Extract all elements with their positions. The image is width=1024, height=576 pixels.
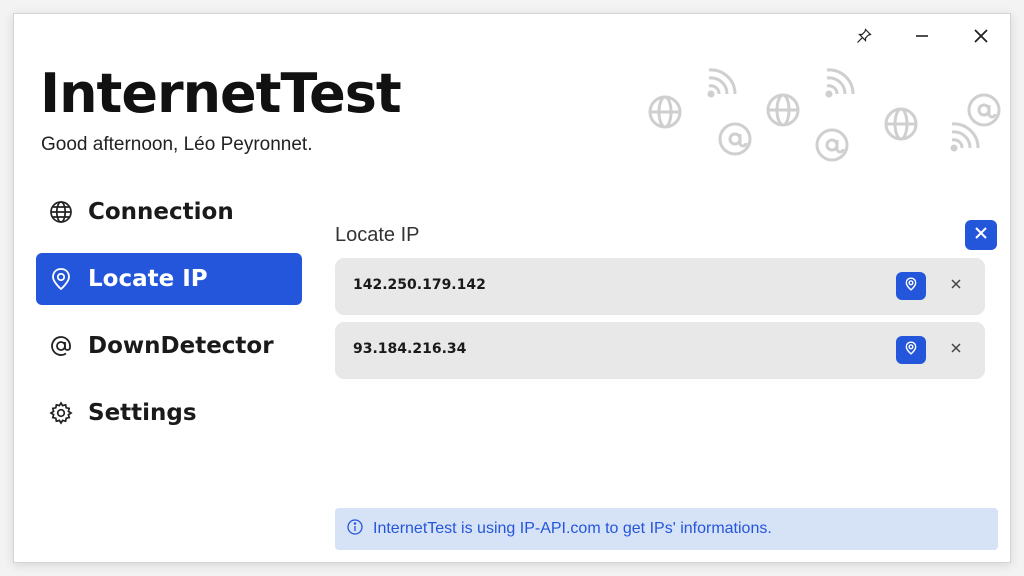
location-shield-icon [904,276,918,296]
globe-icon [648,95,682,129]
ip-row: 142.250.179.142 [335,258,985,315]
location-shield-icon [904,340,918,360]
sidebar-item-downdetector[interactable]: DownDetector [36,320,302,372]
ip-row: 93.184.216.34 [335,322,985,379]
sidebar-item-label: DownDetector [88,333,274,359]
gear-icon [48,400,74,426]
globe-icon [48,199,74,225]
pin-button[interactable] [844,22,884,50]
ip-list: 142.250.179.142 93.184.216.34 [335,258,985,386]
minimize-button[interactable] [902,22,942,50]
wifi-icon [825,68,855,98]
sidebar-item-locate-ip[interactable]: Locate IP [36,253,302,305]
greeting-text: Good afternoon, Léo Peyronnet. [41,134,313,155]
info-text: InternetTest is using IP-API.com to get … [373,520,772,537]
close-icon [973,28,989,44]
remove-ip-button[interactable] [942,272,970,300]
minimize-icon [914,28,930,44]
clear-all-button[interactable] [965,220,997,250]
ip-address: 93.184.216.34 [353,341,467,357]
ip-address: 142.250.179.142 [353,277,486,293]
sidebar-nav: Connection Locate IP DownDetector Settin… [36,186,302,454]
locate-ip-button[interactable] [896,336,926,364]
sidebar-item-settings[interactable]: Settings [36,387,302,439]
close-icon [950,277,962,295]
at-icon [718,122,752,156]
locate-ip-button[interactable] [896,272,926,300]
remove-ip-button[interactable] [942,336,970,364]
sidebar-item-connection[interactable]: Connection [36,186,302,238]
wifi-icon [950,122,980,152]
wifi-icon [707,68,737,98]
section-title: Locate IP [335,224,420,246]
close-window-button[interactable] [961,22,1001,50]
location-shield-icon [48,266,74,292]
globe-icon [884,107,918,141]
at-icon [48,333,74,359]
decorative-icons [648,68,1001,162]
at-icon [815,128,849,162]
sidebar-item-label: Locate IP [88,266,208,292]
app-window: InternetTest Good afternoon, Léo Peyronn… [13,13,1011,563]
close-icon [950,341,962,359]
sidebar-item-label: Connection [88,199,234,225]
pin-icon [856,28,872,44]
info-bar: InternetTest is using IP-API.com to get … [335,508,998,550]
globe-icon [766,93,800,127]
at-icon [967,93,1001,127]
app-title: InternetTest [40,62,402,125]
close-icon [974,226,988,245]
sidebar-item-label: Settings [88,400,197,426]
info-icon [347,518,363,540]
